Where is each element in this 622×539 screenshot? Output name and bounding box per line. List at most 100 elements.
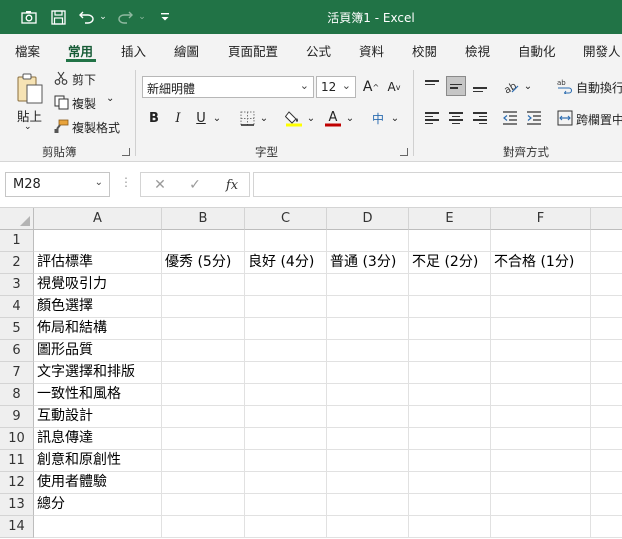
shrink-font-icon[interactable]: Av <box>385 77 403 97</box>
cell-c13[interactable] <box>245 494 327 516</box>
cell-a2[interactable]: 評估標準 <box>34 252 162 274</box>
cell[interactable] <box>591 340 622 362</box>
row-header-12[interactable]: 12 <box>0 472 34 494</box>
cell[interactable] <box>591 252 622 274</box>
cell[interactable] <box>591 384 622 406</box>
cell-d3[interactable] <box>327 274 409 296</box>
cell-e14[interactable] <box>409 516 491 538</box>
cell-c11[interactable] <box>245 450 327 472</box>
tab-developer[interactable]: 開發人 <box>583 41 621 60</box>
tab-insert[interactable]: 插入 <box>121 41 146 60</box>
tab-automate[interactable]: 自動化 <box>518 41 556 60</box>
cell-d2[interactable]: 普通 (3分) <box>327 252 409 274</box>
cell-b11[interactable] <box>162 450 245 472</box>
cell-f1[interactable] <box>491 230 591 252</box>
cell-b6[interactable] <box>162 340 245 362</box>
cancel-icon[interactable]: ✕ <box>151 176 169 194</box>
cell-b1[interactable] <box>162 230 245 252</box>
cell[interactable] <box>591 274 622 296</box>
cell-a14[interactable] <box>34 516 162 538</box>
row-header-13[interactable]: 13 <box>0 494 34 516</box>
cell-d13[interactable] <box>327 494 409 516</box>
column-header-a[interactable]: A <box>34 208 162 230</box>
phonetic-dropdown-icon[interactable]: ⌄ <box>389 108 401 128</box>
cell-b12[interactable] <box>162 472 245 494</box>
wrap-text-icon[interactable]: ab <box>556 77 574 95</box>
cell-d11[interactable] <box>327 450 409 472</box>
column-header-d[interactable]: D <box>327 208 409 230</box>
cell-b3[interactable] <box>162 274 245 296</box>
cell[interactable] <box>591 362 622 384</box>
cell-e5[interactable] <box>409 318 491 340</box>
cell[interactable] <box>591 296 622 318</box>
cell-f8[interactable] <box>491 384 591 406</box>
name-box[interactable]: M28 ⌄ <box>5 172 110 197</box>
font-launcher-icon[interactable] <box>400 148 408 156</box>
row-header-6[interactable]: 6 <box>0 340 34 362</box>
row-header-1[interactable]: 1 <box>0 230 34 252</box>
cell-d6[interactable] <box>327 340 409 362</box>
cell-e12[interactable] <box>409 472 491 494</box>
cell-b5[interactable] <box>162 318 245 340</box>
column-header-c[interactable]: C <box>245 208 327 230</box>
align-center-icon[interactable] <box>446 108 466 128</box>
orientation-dropdown-icon[interactable]: ⌄ <box>522 76 534 96</box>
cut-button[interactable]: 剪下 <box>72 71 96 88</box>
cell-a9[interactable]: 互動設計 <box>34 406 162 428</box>
row-header-5[interactable]: 5 <box>0 318 34 340</box>
bold-button[interactable]: B <box>146 108 162 128</box>
cell-f2[interactable]: 不合格 (1分) <box>491 252 591 274</box>
cell-d8[interactable] <box>327 384 409 406</box>
borders-dropdown-icon[interactable]: ⌄ <box>258 108 270 128</box>
cell-c5[interactable] <box>245 318 327 340</box>
cell-e2[interactable]: 不足 (2分) <box>409 252 491 274</box>
font-color-icon[interactable]: A <box>323 108 343 128</box>
formula-input[interactable] <box>253 172 622 197</box>
clipboard-launcher-icon[interactable] <box>122 148 130 156</box>
align-left-icon[interactable] <box>422 108 442 128</box>
cell-d1[interactable] <box>327 230 409 252</box>
borders-icon[interactable] <box>238 109 256 127</box>
align-middle-icon[interactable] <box>446 76 466 96</box>
cell-f10[interactable] <box>491 428 591 450</box>
phonetic-guide-icon[interactable]: 中 <box>369 108 387 128</box>
align-bottom-icon[interactable] <box>470 76 490 96</box>
paste-icon[interactable] <box>14 72 46 106</box>
row-header-2[interactable]: 2 <box>0 252 34 274</box>
orientation-icon[interactable]: ab <box>500 76 522 96</box>
tab-home[interactable]: 常用 <box>68 41 93 60</box>
cell-e11[interactable] <box>409 450 491 472</box>
cell-d12[interactable] <box>327 472 409 494</box>
cell-a11[interactable]: 創意和原創性 <box>34 450 162 472</box>
cell[interactable] <box>591 494 622 516</box>
fill-color-dropdown-icon[interactable]: ⌄ <box>305 108 317 128</box>
cell-e3[interactable] <box>409 274 491 296</box>
merge-center-icon[interactable] <box>556 109 574 127</box>
cell-d9[interactable] <box>327 406 409 428</box>
cell-d4[interactable] <box>327 296 409 318</box>
cell-a10[interactable]: 訊息傳達 <box>34 428 162 450</box>
cell-f9[interactable] <box>491 406 591 428</box>
cell-e4[interactable] <box>409 296 491 318</box>
cell-b8[interactable] <box>162 384 245 406</box>
drag-handle-icon[interactable]: ⋮ <box>120 175 132 189</box>
tab-draw[interactable]: 繪圖 <box>174 41 199 60</box>
cell-f5[interactable] <box>491 318 591 340</box>
cell-e7[interactable] <box>409 362 491 384</box>
cell-f14[interactable] <box>491 516 591 538</box>
wrap-text-button[interactable]: 自動換行 <box>576 79 622 96</box>
cell[interactable] <box>591 428 622 450</box>
underline-dropdown-icon[interactable]: ⌄ <box>211 108 223 128</box>
cell-c1[interactable] <box>245 230 327 252</box>
cell[interactable] <box>591 472 622 494</box>
cell-a5[interactable]: 佈局和結構 <box>34 318 162 340</box>
cell-b13[interactable] <box>162 494 245 516</box>
copy-dropdown-icon[interactable]: ⌄ <box>106 93 114 104</box>
cell-a12[interactable]: 使用者體驗 <box>34 472 162 494</box>
cell-a6[interactable]: 圖形品質 <box>34 340 162 362</box>
enter-icon[interactable]: ✓ <box>186 176 204 194</box>
cell-f13[interactable] <box>491 494 591 516</box>
cell-c14[interactable] <box>245 516 327 538</box>
font-name-select[interactable]: 新細明體 ⌄ <box>142 76 314 98</box>
cell-d14[interactable] <box>327 516 409 538</box>
